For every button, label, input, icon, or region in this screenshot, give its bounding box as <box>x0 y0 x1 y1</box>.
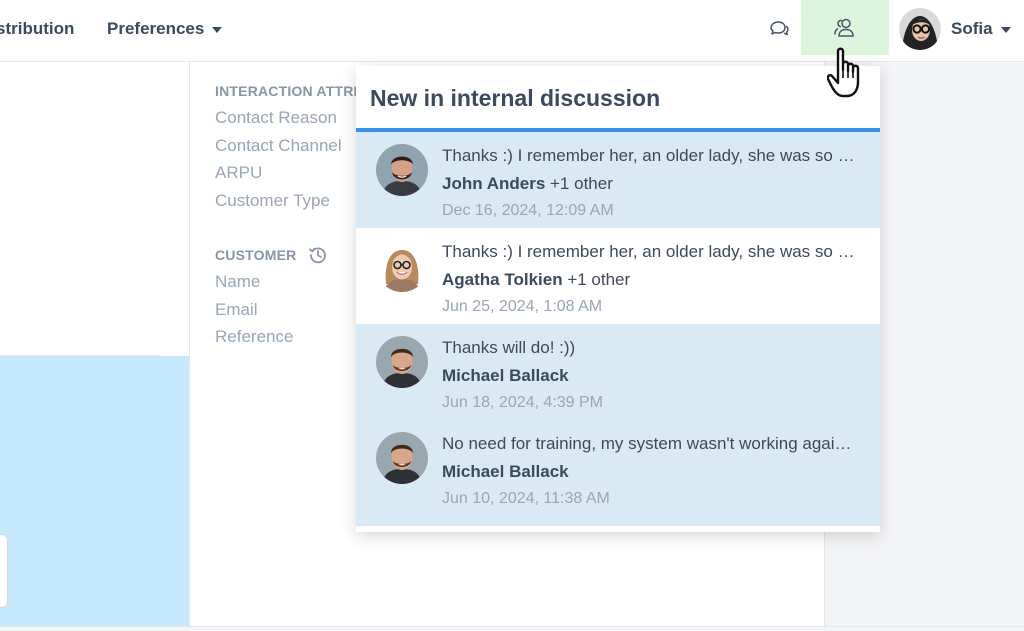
nav-preferences-label: Preferences <box>107 19 205 38</box>
selected-area <box>0 356 189 626</box>
discussion-item[interactable]: Thanks :) I remember her, an older lady,… <box>356 228 880 324</box>
message-author-line: Michael Ballack <box>442 462 569 482</box>
chat-bubbles-icon[interactable] <box>767 17 791 41</box>
user-name: Sofia <box>951 19 993 38</box>
user-menu[interactable]: Sofia <box>899 6 1011 52</box>
message-date: Jun 18, 2024, 4:39 PM <box>442 394 603 411</box>
discussion-item[interactable]: Thanks will do! :)) Michael Ballack Jun … <box>356 324 880 420</box>
nav-preferences-menu[interactable]: Preferences <box>107 0 223 58</box>
nav-distribution[interactable]: stribution <box>0 0 74 58</box>
section-title-row: CUSTOMER <box>215 245 328 265</box>
message-participants: +1 other <box>545 174 613 193</box>
message-date: Dec 16, 2024, 12:09 AM <box>442 202 614 219</box>
history-icon[interactable] <box>308 245 328 265</box>
panel-toggle-handle[interactable] <box>0 534 8 608</box>
message-date: Jun 10, 2024, 11:38 AM <box>442 490 610 507</box>
avatar <box>376 240 428 292</box>
popup-title: New in internal discussion <box>370 85 661 111</box>
internal-discussion-popup: New in internal discussion Thanks :) I r… <box>356 66 880 532</box>
hand-pointer-cursor-icon <box>827 47 860 98</box>
avatar <box>376 144 428 196</box>
message-author-line: Michael Ballack <box>442 366 569 386</box>
discussion-item[interactable]: No need for training, my system wasn't w… <box>356 420 880 516</box>
attribute-label: Name <box>215 272 261 291</box>
message-author-line: John Anders +1 other <box>442 174 613 194</box>
popup-header: New in internal discussion <box>356 66 880 132</box>
message-preview: Thanks will do! :)) <box>442 338 576 357</box>
avatar <box>376 432 428 484</box>
avatar <box>376 336 428 388</box>
message-preview: Thanks :) I remember her, an older lady,… <box>442 146 862 165</box>
message-date: Jun 25, 2024, 1:08 AM <box>442 298 603 315</box>
section-title: CUSTOMER <box>215 247 297 263</box>
message-preview: No need for training, my system wasn't w… <box>442 434 852 453</box>
popup-footer-padding <box>356 516 880 526</box>
message-participants: +1 other <box>562 270 631 289</box>
attribute-label: Reference <box>215 327 294 346</box>
attribute-label: Email <box>215 299 258 319</box>
message-author: Michael Ballack <box>442 366 569 385</box>
bottom-border <box>0 626 1024 631</box>
message-author-line: Agatha Tolkien +1 other <box>442 270 630 290</box>
nav-distribution-label: stribution <box>0 19 75 38</box>
caret-down-icon <box>212 27 223 33</box>
message-preview: Thanks :) I remember her, an older lady,… <box>442 242 862 261</box>
discussion-item[interactable]: Thanks :) I remember her, an older lady,… <box>356 132 880 228</box>
message-author: John Anders <box>442 174 546 193</box>
message-author: Agatha Tolkien <box>442 270 563 289</box>
avatar <box>899 8 941 50</box>
caret-down-icon <box>1000 27 1011 33</box>
message-author: Michael Ballack <box>442 462 569 481</box>
users-icon <box>834 18 854 37</box>
customer-section: CUSTOMER Name Email Reference <box>215 245 328 351</box>
